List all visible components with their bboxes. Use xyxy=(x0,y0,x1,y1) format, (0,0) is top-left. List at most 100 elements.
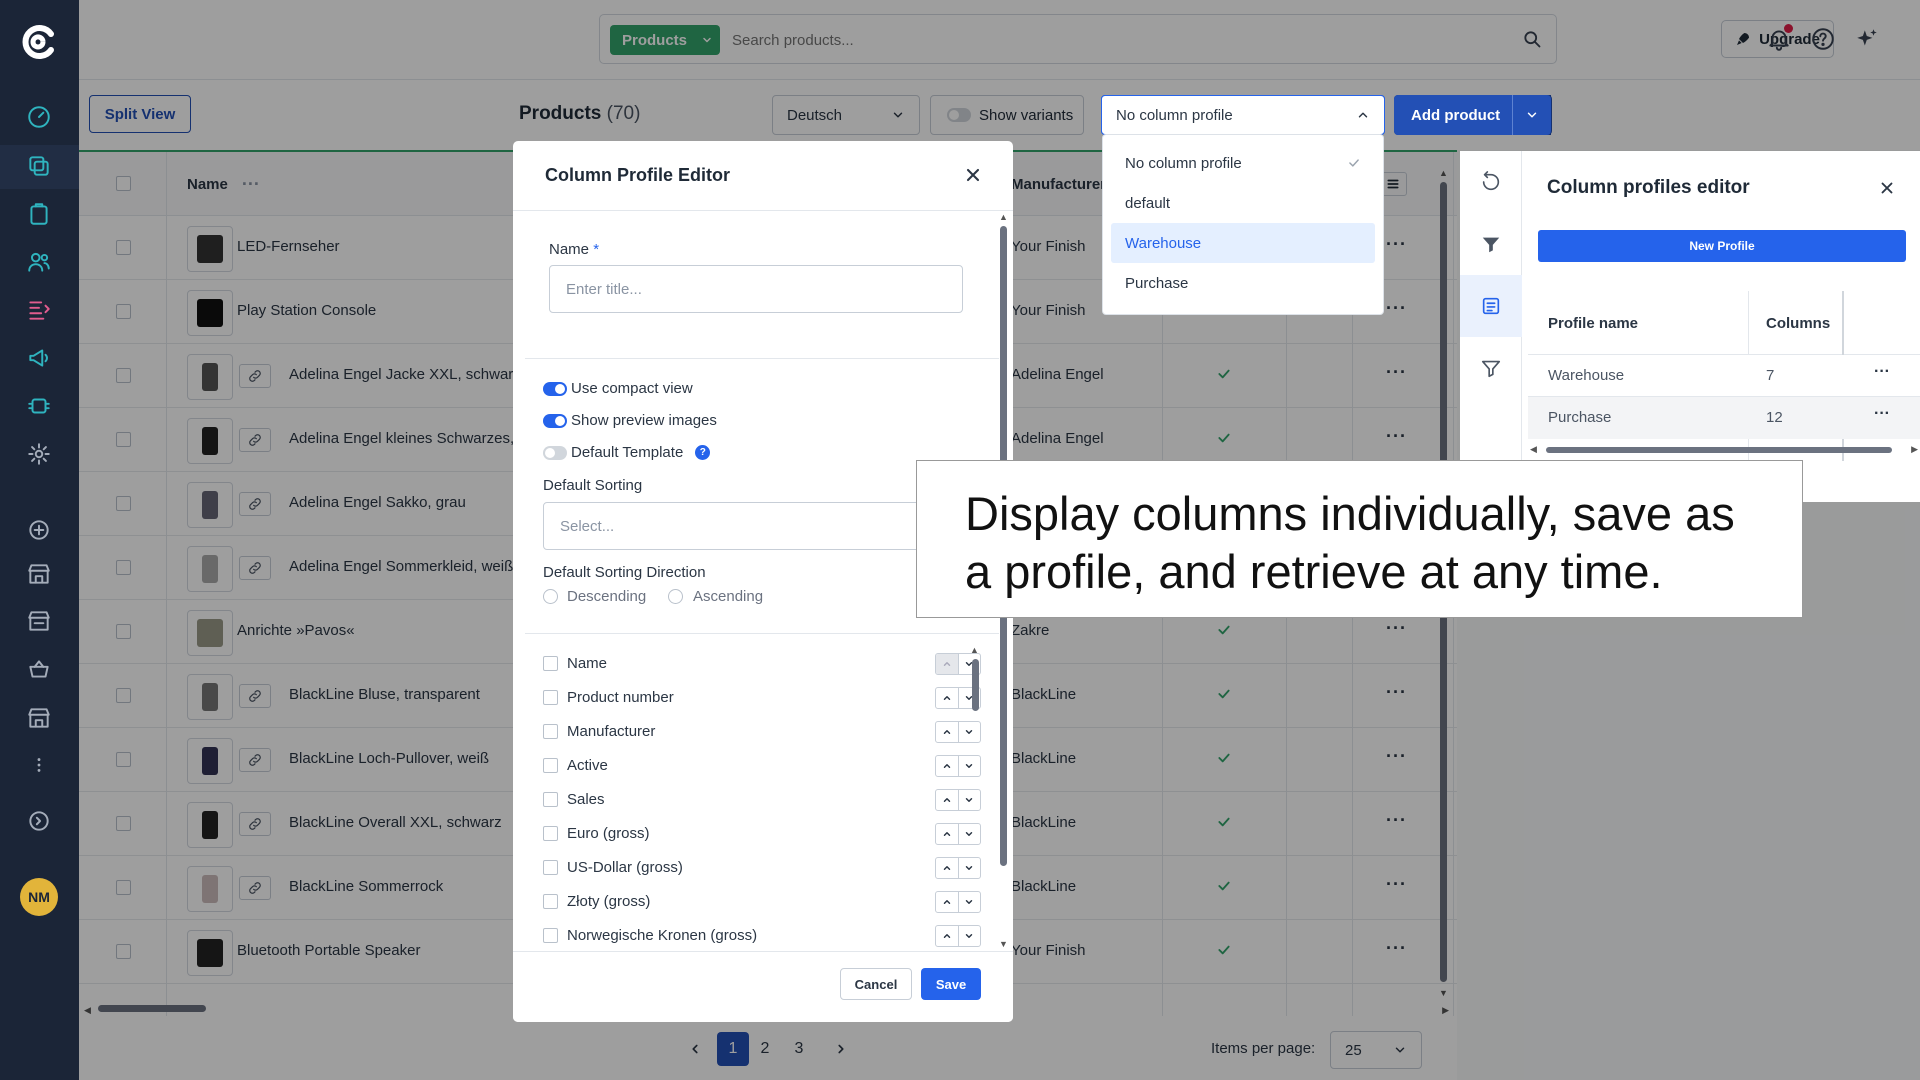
move-up-icon[interactable] xyxy=(936,790,958,810)
modal-header: Column Profile Editor xyxy=(513,141,1013,211)
move-up-icon[interactable] xyxy=(936,688,958,708)
column-option[interactable]: US-Dollar (gross) xyxy=(543,850,981,884)
name-label-text: Name xyxy=(549,241,590,258)
column-option[interactable]: Euro (gross) xyxy=(543,816,981,850)
filter-icon[interactable] xyxy=(1460,213,1522,275)
column-option-label: Product number xyxy=(567,688,674,706)
sales-channel-headless-icon[interactable] xyxy=(26,608,52,634)
sales-channel-basket-icon[interactable] xyxy=(26,656,52,682)
column-list-scrollbar[interactable]: ▲ xyxy=(970,645,982,945)
collapse-sidebar-icon[interactable] xyxy=(26,808,52,834)
settings-icon[interactable] xyxy=(26,441,52,467)
column-checkbox[interactable] xyxy=(543,791,558,807)
close-icon[interactable] xyxy=(1878,179,1896,197)
help-icon[interactable]: ? xyxy=(695,445,711,460)
dropdown-option-label: No column profile xyxy=(1125,154,1242,172)
ascending-radio[interactable] xyxy=(668,589,683,604)
dropdown-option-label: Warehouse xyxy=(1125,234,1202,252)
default-sorting-label: Default Sorting xyxy=(543,477,643,494)
name-input[interactable]: Enter title... xyxy=(549,265,963,313)
modal-footer: Cancel Save xyxy=(513,951,1013,1022)
column-checkbox[interactable] xyxy=(543,689,558,705)
add-sales-channel-icon[interactable] xyxy=(26,517,52,543)
column-option[interactable]: Złoty (gross) xyxy=(543,884,981,918)
logo-icon[interactable] xyxy=(21,24,57,60)
chevron-down-icon[interactable] xyxy=(1512,95,1551,135)
default-template-label: Default Template xyxy=(571,444,684,461)
orders-icon[interactable] xyxy=(26,201,52,227)
column-checkbox[interactable] xyxy=(543,927,558,943)
descending-label: Descending xyxy=(567,588,647,605)
column-option[interactable]: Active xyxy=(543,748,981,782)
column-option-label: Norwegische Kronen (gross) xyxy=(567,926,758,944)
move-up-icon[interactable] xyxy=(936,756,958,776)
column-option[interactable]: Manufacturer xyxy=(543,714,981,748)
column-checkbox[interactable] xyxy=(543,757,558,773)
dropdown-option-warehouse[interactable]: Warehouse xyxy=(1111,223,1375,263)
new-profile-button[interactable]: New Profile xyxy=(1538,230,1906,262)
column-option[interactable]: Norwegische Kronen (gross) xyxy=(543,918,981,952)
column-checkbox[interactable] xyxy=(543,893,558,909)
panel-title: Column profiles editor xyxy=(1547,177,1750,198)
preview-images-switch[interactable] xyxy=(543,413,567,428)
add-product-button-open[interactable]: Add product xyxy=(1394,95,1551,135)
catalogue-icon[interactable] xyxy=(26,153,52,179)
dropdown-option-label: default xyxy=(1125,194,1171,212)
column-option[interactable]: Sales xyxy=(543,782,981,816)
profile-columns: 7 xyxy=(1766,367,1775,384)
refresh-icon[interactable] xyxy=(1460,151,1522,213)
feature-caption: Display columns individually, save as a … xyxy=(916,460,1803,618)
default-template-switch[interactable] xyxy=(543,445,567,460)
profiles-table: Profile name Columns Warehouse 7 ··· Pur… xyxy=(1528,291,1920,461)
sidebar: NM xyxy=(0,0,79,1080)
close-icon[interactable] xyxy=(963,165,983,185)
move-up-icon[interactable] xyxy=(936,892,958,912)
profiles-horizontal-scrollbar[interactable]: ◀ ▶ xyxy=(1528,444,1920,456)
preview-images-toggle[interactable]: Show preview images xyxy=(543,412,717,429)
column-checkbox[interactable] xyxy=(543,655,558,671)
compact-view-switch[interactable] xyxy=(543,381,567,396)
dropdown-option-default[interactable]: default xyxy=(1111,183,1375,223)
profiles-header-columns: Columns xyxy=(1766,315,1831,332)
sales-channel-store-icon[interactable] xyxy=(26,561,52,587)
move-up-icon[interactable] xyxy=(936,926,958,946)
row-actions-icon[interactable]: ··· xyxy=(1874,405,1890,423)
column-profiles-icon[interactable] xyxy=(1460,275,1522,337)
move-up-icon[interactable] xyxy=(936,654,958,674)
content-icon[interactable] xyxy=(26,297,52,323)
cancel-button[interactable]: Cancel xyxy=(840,968,912,1000)
sorting-direction-label: Default Sorting Direction xyxy=(543,564,706,581)
column-option-label: Złoty (gross) xyxy=(567,892,651,910)
name-input-placeholder: Enter title... xyxy=(566,280,642,298)
dashboard-icon[interactable] xyxy=(26,104,52,130)
filter-outline-icon[interactable] xyxy=(1460,337,1522,399)
move-up-icon[interactable] xyxy=(936,858,958,878)
dropdown-option-label: Purchase xyxy=(1125,274,1189,292)
move-up-icon[interactable] xyxy=(936,722,958,742)
extensions-icon[interactable] xyxy=(26,393,52,419)
panel-tabs xyxy=(1460,151,1522,502)
move-up-icon[interactable] xyxy=(936,824,958,844)
ascending-label: Ascending xyxy=(693,588,764,605)
column-checkbox[interactable] xyxy=(543,825,558,841)
row-actions-icon[interactable]: ··· xyxy=(1874,363,1890,381)
more-icon[interactable] xyxy=(26,752,52,778)
avatar[interactable]: NM xyxy=(20,878,58,916)
preview-images-label: Show preview images xyxy=(571,412,717,429)
default-template-toggle[interactable]: Default Template? xyxy=(543,444,711,461)
profile-name: Purchase xyxy=(1548,409,1612,426)
save-button[interactable]: Save xyxy=(921,968,981,1000)
customers-icon[interactable] xyxy=(26,249,52,275)
column-option[interactable]: Name xyxy=(543,646,981,680)
marketing-icon[interactable] xyxy=(26,345,52,371)
column-option[interactable]: Product number xyxy=(543,680,981,714)
column-profile-select-open[interactable]: No column profile xyxy=(1101,95,1385,135)
avatar-initials: NM xyxy=(28,889,50,905)
column-checkbox[interactable] xyxy=(543,859,558,875)
sales-channel-shop-icon[interactable] xyxy=(26,705,52,731)
descending-radio[interactable] xyxy=(543,589,558,604)
dropdown-option-purchase[interactable]: Purchase xyxy=(1111,263,1375,303)
dropdown-option-none[interactable]: No column profile xyxy=(1111,143,1375,183)
compact-view-toggle[interactable]: Use compact view xyxy=(543,380,693,397)
column-checkbox[interactable] xyxy=(543,723,558,739)
